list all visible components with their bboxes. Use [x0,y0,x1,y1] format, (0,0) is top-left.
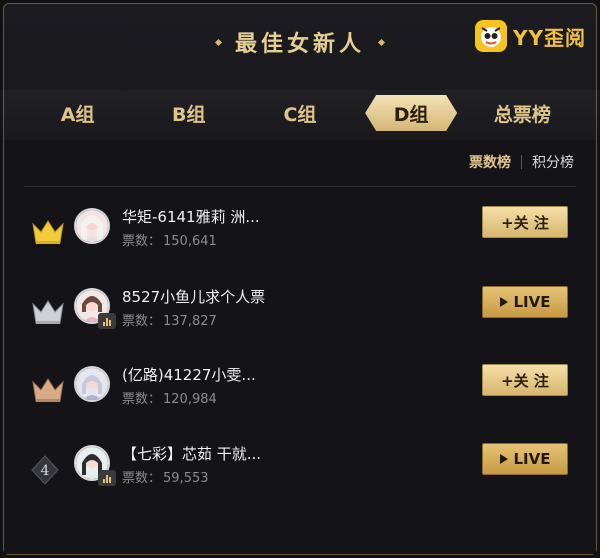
group-tabs: A组 B组 C组 D组 总票榜 [0,90,600,136]
sort-points-rank[interactable]: 积分榜 [532,152,574,172]
vote-label: 票数： [122,314,162,329]
yy-mascot-icon [475,20,508,52]
tab-group-b[interactable]: B组 [143,95,235,131]
vote-value: 150,641 [163,234,217,249]
ranking-row: 8527小鱼儿求个人票 票数： 137,827 LIVE [0,286,600,364]
sort-divider [521,155,522,169]
brand-logo[interactable]: YY歪阅 [475,20,586,52]
vote-label: 票数： [122,471,162,486]
live-button-label: LIVE [513,450,551,468]
tab-group-c[interactable]: C组 [254,95,346,131]
follow-button[interactable]: +关 注 [482,364,568,396]
title-ornament-right [377,38,386,46]
sort-toggle: 票数榜 积分榜 [469,152,574,172]
silver-crown-icon [30,298,66,328]
rank-badge-icon: 4 [30,455,66,485]
vote-count: 票数： 59,553 [122,467,209,486]
play-icon [499,297,508,307]
anchor-name[interactable]: 【七彩】芯茹 干就... [122,443,292,464]
vote-count: 票数： 137,827 [122,310,217,329]
tab-group-a[interactable]: A组 [32,95,124,131]
vote-value: 137,827 [163,314,217,329]
title-ornament-left [214,38,223,46]
bronze-crown-icon [30,376,66,406]
tab-total-votes[interactable]: 总票榜 [476,95,568,131]
header-divider [24,186,576,187]
ranking-row: 4 【七彩】芯茹 干就... 票数： 59,553 LIVE [0,443,600,521]
avatar[interactable] [74,208,110,244]
anchor-name[interactable]: (亿路)41227小雯... [122,364,292,385]
live-button-label: LIVE [513,293,551,311]
ranking-row: 华矩-6141雅莉 洲... 票数： 150,641 +关 注 [0,206,600,284]
follow-button[interactable]: +关 注 [482,206,568,238]
rank-number: 4 [41,463,50,479]
vote-label: 票数： [122,392,162,407]
gold-crown-icon [30,218,66,248]
anchor-name[interactable]: 华矩-6141雅莉 洲... [122,206,292,227]
brand-name: YY歪阅 [513,25,586,50]
live-button[interactable]: LIVE [482,443,568,475]
anchor-name[interactable]: 8527小鱼儿求个人票 [122,286,292,307]
vote-value: 59,553 [163,471,209,486]
avatar[interactable] [74,366,110,402]
vote-count: 票数： 150,641 [122,230,217,249]
vote-label: 票数： [122,234,162,249]
vote-count: 票数： 120,984 [122,388,217,407]
ranking-row: (亿路)41227小雯... 票数： 120,984 +关 注 [0,364,600,442]
live-status-icon [98,313,116,329]
sort-votes-rank[interactable]: 票数榜 [469,152,511,172]
vote-value: 120,984 [163,392,217,407]
page-title: 最佳女新人 [234,32,365,57]
live-status-icon [98,470,116,486]
play-icon [499,454,508,464]
live-button[interactable]: LIVE [482,286,568,318]
tab-group-d[interactable]: D组 [365,95,458,131]
